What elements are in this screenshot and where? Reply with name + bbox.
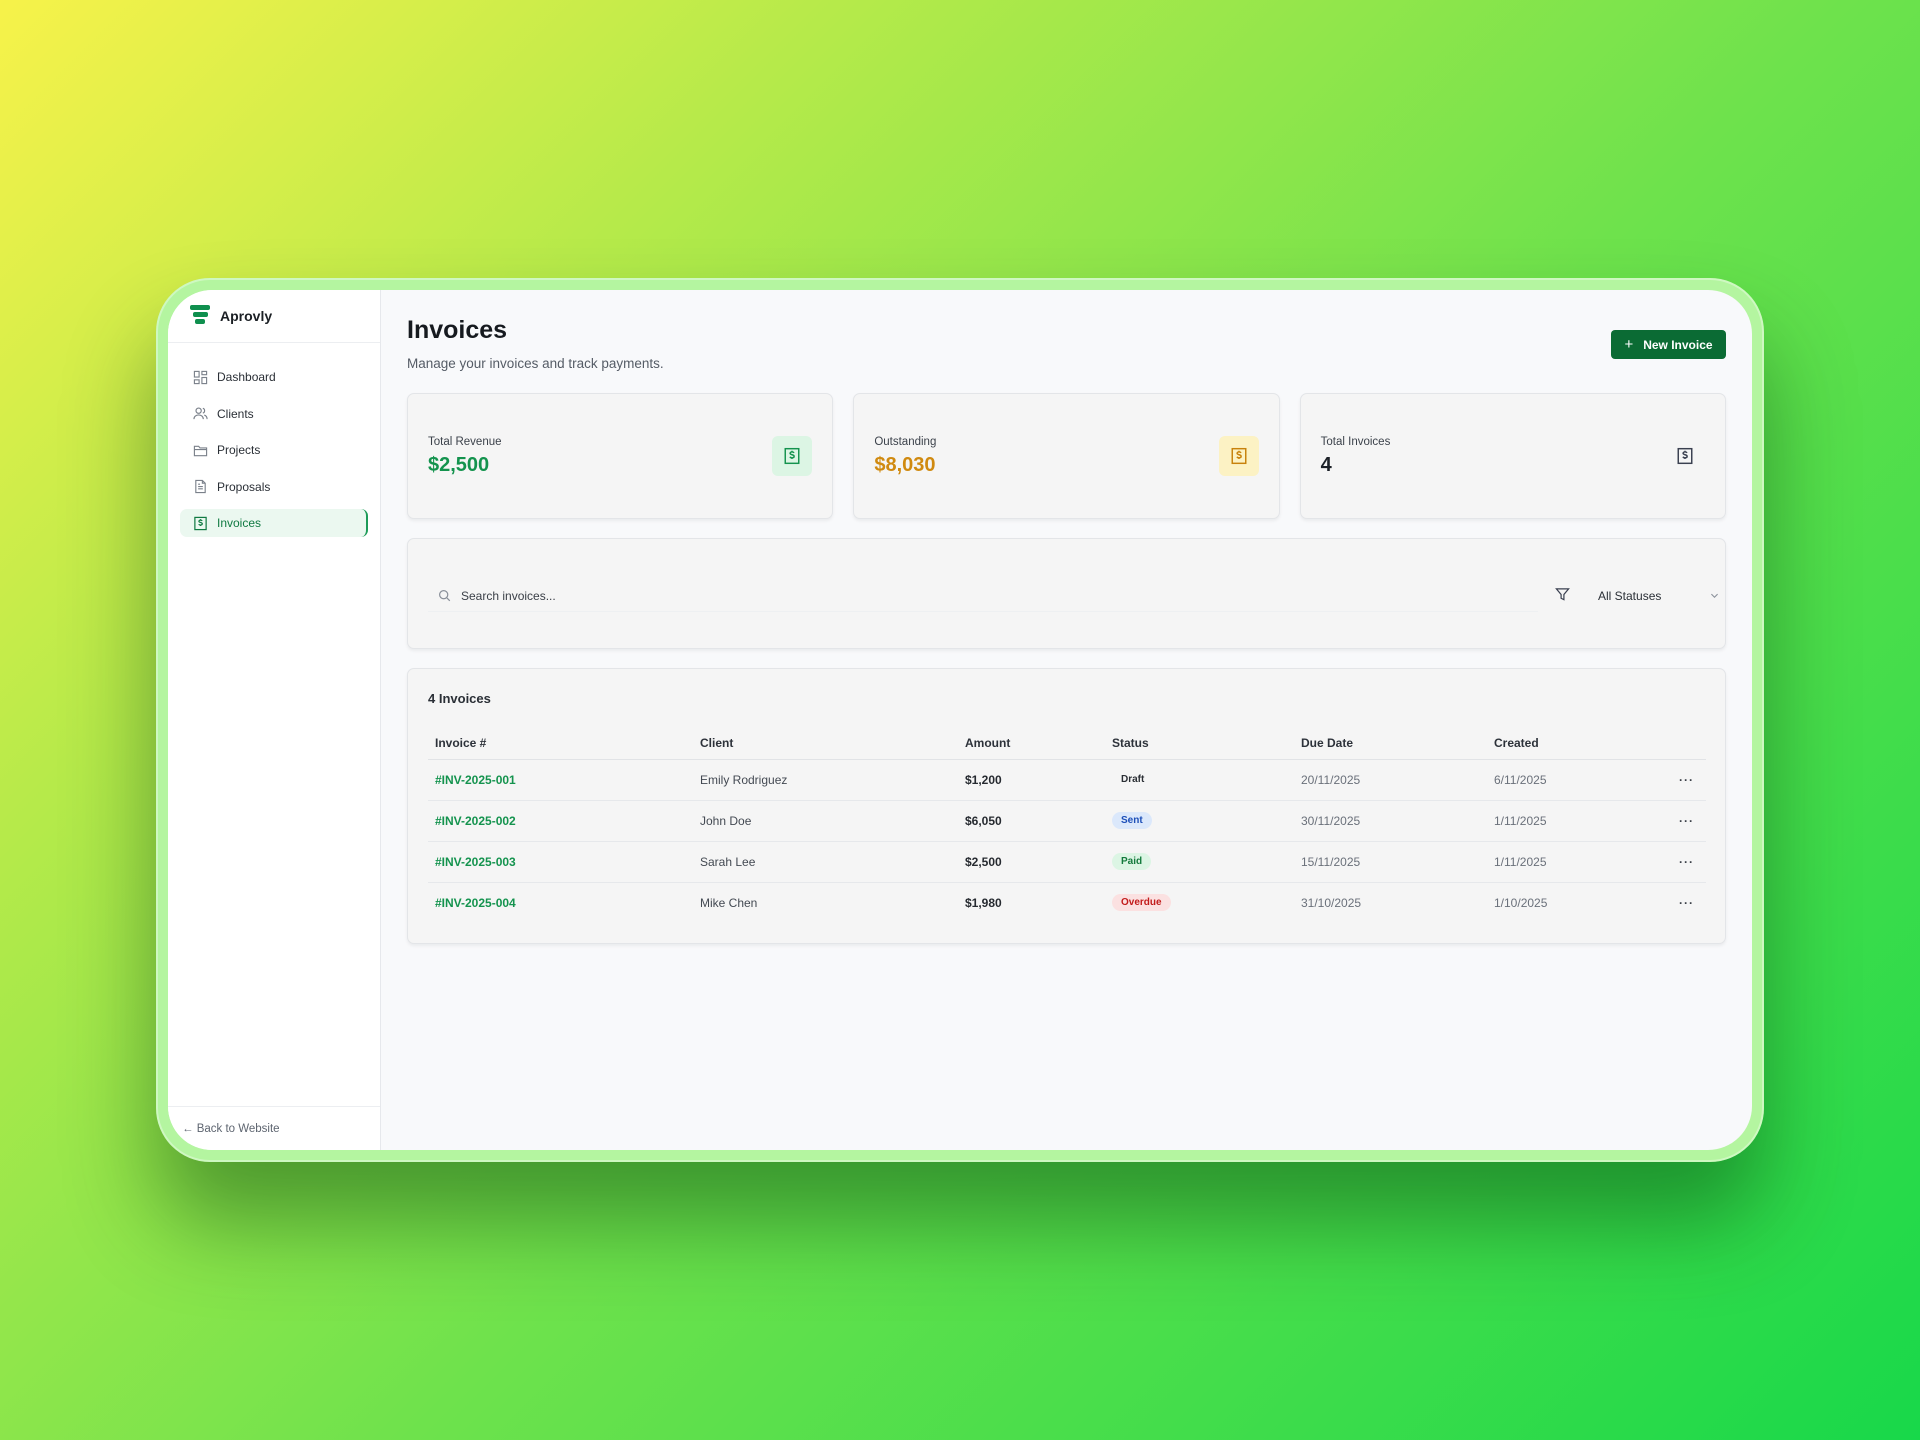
total-invoice-icon [1665,436,1705,476]
brand-name: Aprovly [220,308,273,324]
status-badge: Sent [1112,812,1152,829]
sidebar-item-label: Projects [217,443,261,458]
status-badge: Draft [1121,774,1145,785]
amount-cell: $6,050 [958,800,1105,842]
sidebar-item-invoices[interactable]: Invoices [180,509,368,538]
page-subtitle: Manage your invoices and track payments. [407,356,664,371]
app-window: Aprovly Dashboard Clients Projects Propo… [168,290,1752,1150]
amount-cell: $1,980 [965,895,1002,910]
stat-card-total-invoices: Total Invoices 4 [1299,393,1726,519]
client-cell: John Doe [693,800,958,842]
amount-cell: $2,500 [958,841,1105,883]
status-badge: Overdue [1112,894,1171,912]
column-header-amount[interactable]: Amount [958,727,1105,760]
invoice-number-link[interactable]: #INV-2025-003 [428,841,693,883]
new-invoice-button[interactable]: + New Invoice [1611,330,1726,359]
brand-logo-icon [190,305,210,327]
sidebar-item-clients[interactable]: Clients [180,400,368,428]
invoice-number-link[interactable]: #INV-2025-001 [428,759,693,801]
due-date-cell: 20/11/2025 [1294,759,1487,801]
filter-panel: All Statuses [407,538,1726,649]
stat-card-total-revenue: Total Revenue $2,500 [407,393,834,519]
client-cell: Sarah Lee [693,841,958,883]
search-icon [438,589,451,602]
sidebar-item-label: Dashboard [217,370,276,384]
status-filter-select[interactable]: All Statuses [1584,580,1734,612]
stat-value: $8,030 [874,454,936,476]
search-box [428,580,1538,612]
created-cell: 6/11/2025 [1487,759,1657,801]
more-actions-icon[interactable]: ··· [1657,841,1706,883]
sidebar: Aprovly Dashboard Clients Projects Propo… [168,290,381,1150]
column-header-invoice[interactable]: Invoice # [428,727,693,760]
outstanding-invoice-icon [1218,436,1259,476]
status-cell: Draft [1105,759,1294,801]
more-actions-icon[interactable]: ··· [1657,882,1706,923]
sidebar-item-label: Invoices [217,516,262,531]
more-actions-icon[interactable]: ··· [1657,800,1706,842]
new-invoice-label: New Invoice [1643,337,1713,352]
sidebar-item-dashboard[interactable]: Dashboard [180,363,368,391]
stat-label: Total Invoices [1320,436,1391,448]
users-icon [192,406,208,422]
due-date-cell: 31/10/2025 [1301,895,1362,910]
column-header-actions [1657,727,1706,760]
client-cell: Emily Rodriguez [693,759,958,801]
sidebar-item-projects[interactable]: Projects [180,436,368,464]
created-cell: 1/11/2025 [1487,841,1657,883]
status-filter-value: All Statuses [1598,589,1662,603]
created-cell: 1/10/2025 [1494,895,1548,910]
search-input[interactable] [461,588,1461,603]
created-cell: 1/11/2025 [1487,800,1657,842]
stat-label: Outstanding [874,436,937,448]
status-cell: Overdue [1105,882,1294,923]
table-header-row: Invoice # Client Amount Status Due Date … [428,727,1706,760]
back-to-website-link[interactable]: ← Back to Website [168,1106,380,1150]
invoices-table: Invoice # Client Amount Status Due Date … [428,727,1706,923]
invoice-number-link[interactable]: #INV-2025-002 [428,800,693,842]
due-date-cell: 30/11/2025 [1294,800,1487,842]
sidebar-item-label: Proposals [217,479,271,494]
invoice-icon [192,515,208,531]
status-cell: Paid [1105,841,1294,883]
status-cell: Sent [1105,800,1294,842]
client-cell: Mike Chen [700,895,758,910]
sidebar-item-proposals[interactable]: Proposals [180,473,368,501]
brand[interactable]: Aprovly [168,290,380,343]
column-header-client[interactable]: Client [693,727,958,760]
column-header-created[interactable]: Created [1487,727,1657,760]
status-badge: Paid [1112,853,1152,870]
more-actions-icon[interactable]: ··· [1657,759,1706,801]
dashboard-icon [192,369,208,385]
revenue-invoice-icon [772,436,813,476]
plus-icon: + [1624,336,1634,353]
stats-cards: Total Revenue $2,500 Outstanding $8,030 … [407,393,1726,519]
main-content: Invoices Manage your invoices and track … [381,290,1752,1150]
page-title: Invoices [407,316,508,344]
table-row[interactable]: #INV-2025-001 Emily Rodriguez $1,200 Dra… [428,759,1706,801]
due-date-cell: 15/11/2025 [1294,841,1487,883]
sidebar-nav: Dashboard Clients Projects Proposals Inv… [168,343,380,546]
filter-icon[interactable] [1555,587,1570,602]
amount-cell: $1,200 [958,759,1105,801]
table-row[interactable]: #INV-2025-003 Sarah Lee $2,500 Paid 15/1… [428,841,1706,883]
folder-icon [192,442,208,458]
invoices-panel: 4 Invoices Invoice # Client Amount Statu… [407,668,1726,944]
stat-value: 4 [1320,454,1332,476]
stat-label: Total Revenue [428,436,502,448]
stat-value: $2,500 [428,454,490,476]
table-row[interactable]: #INV-2025-002 John Doe $6,050 Sent 30/11… [428,800,1706,842]
document-icon [192,479,208,495]
invoice-count-title: 4 Invoices [428,691,491,706]
column-header-status[interactable]: Status [1105,727,1294,760]
chevron-down-icon [1709,590,1720,601]
stat-card-outstanding: Outstanding $8,030 [853,393,1280,519]
sidebar-item-label: Clients [217,406,254,421]
column-header-due-date[interactable]: Due Date [1294,727,1487,760]
invoice-number-link[interactable]: #INV-2025-004 [428,882,693,923]
table-row[interactable]: #INV-2025-004 Mike Chen $1,980 Overdue 3… [428,882,1706,923]
